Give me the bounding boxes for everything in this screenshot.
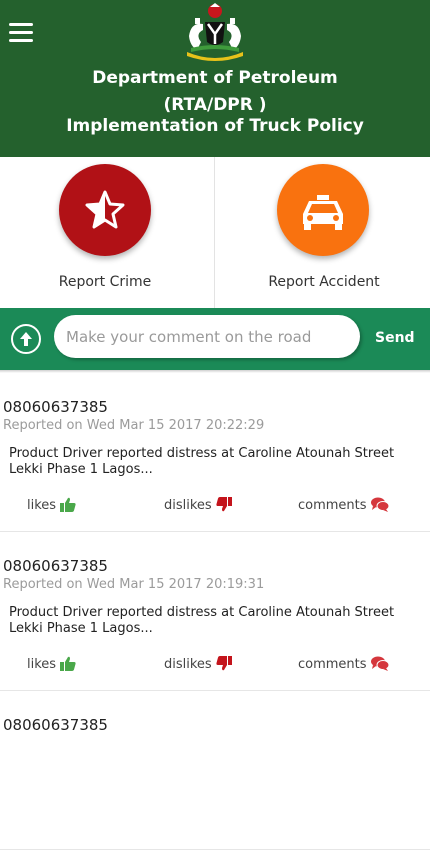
report-body: Product Driver reported distress at Caro… [9, 446, 395, 477]
header-title-line3: Implementation of Truck Policy [66, 116, 364, 136]
thumbs-down-icon [216, 656, 232, 671]
comment-bar: Send [0, 308, 430, 373]
thumbs-down-icon [216, 497, 232, 512]
header-title-line1: Department of Petroleum [92, 68, 338, 88]
app-header: Department of Petroleum (RTA/DPR ) Imple… [0, 0, 430, 157]
thumbs-up-icon [60, 656, 76, 671]
likes-label: likes [27, 657, 57, 672]
report-date: Reported on Wed Mar 15 2017 20:22:29 [3, 418, 265, 433]
likes-label: likes [27, 498, 57, 513]
comments-icon [370, 656, 390, 671]
dislike-button[interactable]: dislikes [164, 656, 232, 672]
hamburger-menu-icon[interactable] [9, 23, 33, 43]
report-actions: Report Crime Report Accident [0, 157, 430, 308]
star-half-icon [85, 190, 125, 229]
header-title-line2: (RTA/DPR ) [163, 95, 267, 115]
send-button[interactable]: Send [375, 330, 415, 346]
comments-label: comments [298, 657, 367, 672]
report-card[interactable]: 08060637385 [0, 691, 430, 850]
report-card[interactable]: 08060637385 Reported on Wed Mar 15 2017 … [0, 373, 430, 532]
report-body: Product Driver reported distress at Caro… [9, 605, 395, 636]
scroll-top-button[interactable] [11, 324, 41, 354]
comments-button[interactable]: comments [298, 497, 390, 513]
report-accident-button[interactable] [277, 164, 369, 256]
dislikes-label: dislikes [164, 657, 212, 672]
report-date: Reported on Wed Mar 15 2017 20:19:31 [3, 577, 265, 592]
dislikes-label: dislikes [164, 498, 212, 513]
report-divider [214, 157, 215, 308]
reporter-phone: 08060637385 [3, 398, 108, 416]
thumbs-up-icon [60, 497, 76, 512]
report-crime-label[interactable]: Report Crime [30, 274, 180, 290]
like-button[interactable]: likes [27, 656, 76, 672]
reporter-phone: 08060637385 [3, 557, 108, 575]
coat-of-arms-icon [187, 3, 243, 61]
comments-icon [370, 497, 390, 512]
like-button[interactable]: likes [27, 497, 76, 513]
report-crime-button[interactable] [59, 164, 151, 256]
report-accident-label[interactable]: Report Accident [249, 274, 399, 290]
comments-label: comments [298, 498, 367, 513]
report-feed: 08060637385 Reported on Wed Mar 15 2017 … [0, 373, 430, 850]
dislike-button[interactable]: dislikes [164, 497, 232, 513]
comment-input[interactable] [54, 315, 360, 358]
report-card[interactable]: 08060637385 Reported on Wed Mar 15 2017 … [0, 532, 430, 691]
reporter-phone: 08060637385 [3, 716, 108, 734]
arrow-up-icon [20, 332, 32, 346]
comments-button[interactable]: comments [298, 656, 390, 672]
taxi-icon [303, 195, 343, 230]
